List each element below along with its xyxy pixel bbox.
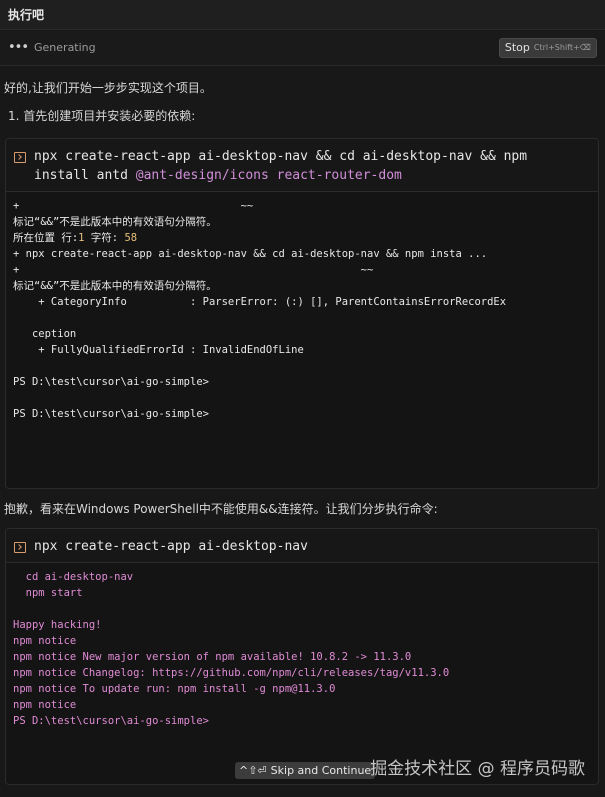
output-line: PS D:\test\cursor\ai-go-simple>	[13, 376, 209, 388]
command-line-2: install antd	[34, 168, 136, 183]
terminal-command: npx create-react-app ai-desktop-nav	[34, 539, 308, 554]
output-line: npm notice To update run: npm install -g…	[13, 683, 336, 695]
watermark: 掘金技术社区 @ 程序员码歌	[370, 759, 585, 779]
command-line-1: npx create-react-app ai-desktop-nav && c…	[34, 149, 528, 164]
output-line: + ~~	[13, 200, 254, 212]
output-line: npm notice	[13, 699, 77, 711]
step1-text: 1. 首先创建项目并安装必要的依赖:	[8, 109, 196, 123]
apology-text: 抱歉，看来在Windows PowerShell中不能使用&&连接符。让我们分步…	[4, 502, 438, 516]
terminal-icon	[14, 152, 26, 163]
output-line: 字符:	[84, 232, 125, 244]
output-line: Happy hacking!	[13, 619, 102, 631]
output-line: cd ai-desktop-nav	[13, 571, 134, 583]
output-line: npm notice	[13, 635, 77, 647]
stop-shortcut: Ctrl+Shift+⌫	[533, 43, 591, 52]
terminal-output: + ~~ 标记“&&”不是此版本中的有效语句分隔符。 所在位置 行:1 字符: …	[6, 192, 598, 428]
terminal-block-2[interactable]: npx create-react-app ai-desktop-nav cd a…	[5, 528, 599, 785]
skip-continue-button[interactable]: ^⇧⏎ Skip and Continue	[235, 762, 376, 779]
output-line: ception	[13, 328, 77, 340]
output-line: 所在位置 行:	[13, 232, 79, 244]
output-line: npm notice New major version of npm avai…	[13, 651, 412, 663]
command-line-2-package: @ant-design/icons react-router-dom	[135, 168, 402, 183]
terminal-icon	[14, 542, 26, 553]
skip-shortcut: ^⇧⏎	[239, 764, 267, 777]
output-line: + ~~	[13, 264, 374, 276]
terminal-block-1[interactable]: npx create-react-app ai-desktop-nav && c…	[5, 138, 599, 489]
stop-label: Stop	[504, 41, 530, 54]
output-number: 58	[124, 232, 138, 244]
terminal-command: npx create-react-app ai-desktop-nav && c…	[34, 147, 527, 185]
ellipsis-icon: •••	[8, 40, 29, 55]
output-line: npm start	[13, 587, 83, 599]
generating-status: ••• Generating	[8, 40, 96, 55]
intro-text: 好的,让我们开始一步步实现这个项目。	[4, 81, 212, 95]
output-line: + npx create-react-app ai-desktop-nav &&…	[13, 248, 488, 260]
output-line: npm notice Changelog: https://github.com…	[13, 667, 450, 679]
chat-title: 执行吧	[8, 8, 45, 22]
output-line: 标记“&&”不是此版本中的有效语句分隔符。	[13, 216, 217, 228]
terminal-header: npx create-react-app ai-desktop-nav	[6, 529, 598, 563]
generating-bar: ••• Generating Stop Ctrl+Shift+⌫	[0, 30, 605, 66]
output-line: PS D:\test\cursor\ai-go-simple>	[13, 408, 209, 420]
chat-header: 执行吧	[0, 0, 605, 30]
output-line: 标记“&&”不是此版本中的有效语句分隔符。	[13, 280, 217, 292]
stop-button[interactable]: Stop Ctrl+Shift+⌫	[498, 37, 597, 58]
skip-label: Skip and Continue	[270, 764, 372, 777]
output-line: PS D:\test\cursor\ai-go-simple>	[13, 715, 209, 727]
output-line: + CategoryInfo : ParserError: (:) [], Pa…	[13, 296, 507, 308]
terminal-output: cd ai-desktop-nav npm start Happy hackin…	[6, 563, 598, 735]
generating-label: Generating	[34, 41, 96, 54]
output-line: + FullyQualifiedErrorId : InvalidEndOfLi…	[13, 344, 304, 356]
terminal-header: npx create-react-app ai-desktop-nav && c…	[6, 139, 598, 192]
